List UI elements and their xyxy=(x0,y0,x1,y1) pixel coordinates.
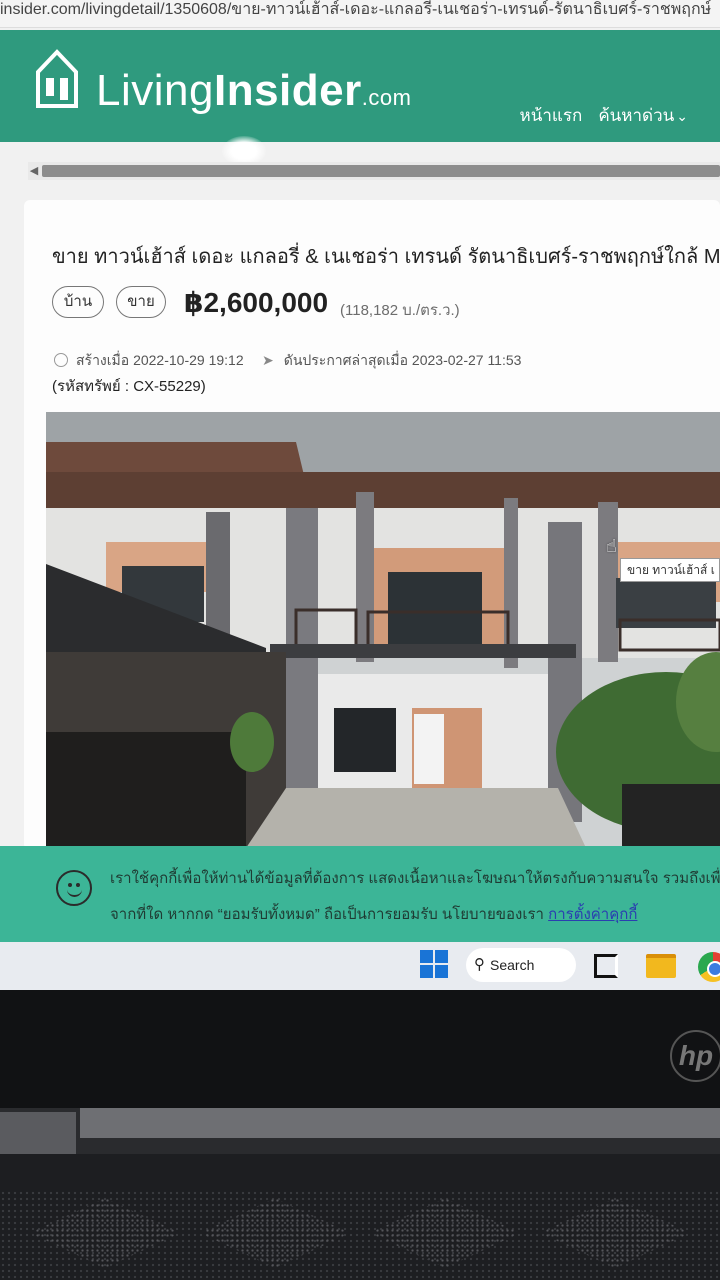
mouse-cursor-icon: ☝ xyxy=(606,536,617,556)
windows-start-icon[interactable] xyxy=(420,950,448,978)
price-per-area: (118,182 บ./ตร.ว.) xyxy=(340,302,460,319)
laptop-hinge xyxy=(0,1108,720,1166)
listing-photo[interactable] xyxy=(46,412,720,848)
nav-quick-search-label: ค้นหาด่วน xyxy=(598,106,675,125)
logo-insider: Insider xyxy=(213,66,362,115)
logo-living: Living xyxy=(96,66,214,115)
created-date-text: สร้างเมื่อ 2022-10-29 19:12 xyxy=(76,352,244,368)
monitor-screen: insider.com/livingdetail/1350608/ขาย-ทาว… xyxy=(0,0,720,990)
chevron-down-icon: ⌄ xyxy=(676,108,688,124)
updated-date: ➤ ดันประกาศล่าสุดเมื่อ 2023-02-27 11:53 xyxy=(262,350,521,372)
nav-quick-search[interactable]: ค้นหาด่วน ⌄ xyxy=(598,106,704,125)
url-text: insider.com/livingdetail/1350608/ขาย-ทาว… xyxy=(0,1,712,18)
listing-title: ขาย ทาวน์เฮ้าส์ เดอะ แกลอรี่ & เนเชอร่า … xyxy=(52,246,720,268)
cookie-banner: เราใช้คุกกี้เพื่อให้ท่านได้ข้อมูลที่ต้อง… xyxy=(0,846,720,942)
monitor-bezel xyxy=(0,990,720,1110)
site-logo[interactable]: LivingInsider.com xyxy=(96,66,411,116)
listing-price: ฿2,600,000 xyxy=(184,287,329,318)
search-icon: ⚲ xyxy=(474,956,485,973)
taskbar: ⚲ Search xyxy=(0,942,720,990)
hp-brand-logo: hp xyxy=(670,1030,720,1082)
tag-property-type[interactable]: บ้าน xyxy=(52,286,104,318)
file-explorer-icon[interactable] xyxy=(646,954,676,978)
property-code: (รหัสทรัพย์ : CX-55229) xyxy=(52,378,206,395)
task-view-icon[interactable] xyxy=(594,954,618,978)
rocket-icon: ➤ xyxy=(262,352,274,368)
cookie-text-line2-body: จากที่ใด หากกด “ยอมรับทั้งหมด” ถือเป็นกา… xyxy=(110,906,549,923)
plus-circle-icon xyxy=(54,353,68,367)
taskbar-search-label: Search xyxy=(490,957,535,973)
taskbar-search[interactable]: ⚲ Search xyxy=(466,948,576,982)
updated-date-text: ดันประกาศล่าสุดเมื่อ 2023-02-27 11:53 xyxy=(283,352,522,368)
cookie-settings-link[interactable]: การตั้งค่าคุกกี้ xyxy=(548,906,637,923)
logo-com: .com xyxy=(361,85,412,110)
site-header: LivingInsider.com หน้าแรก ค้นหาด่วน ⌄ xyxy=(0,30,720,142)
scroll-left-icon[interactable]: ◀ xyxy=(28,162,40,180)
cookie-text-line2: จากที่ใด หากกด “ยอมรับทั้งหมด” ถือเป็นกา… xyxy=(110,902,637,926)
cookie-text-line1: เราใช้คุกกี้เพื่อให้ท่านได้ข้อมูลที่ต้อง… xyxy=(110,870,720,887)
created-date: สร้างเมื่อ 2022-10-29 19:12 xyxy=(54,350,244,372)
photo-tooltip: ขาย ทาวน์เฮ้าส์ เ xyxy=(620,558,720,582)
horizontal-scrollbar[interactable]: ◀ xyxy=(28,162,720,180)
townhouse-photo-illustration xyxy=(46,412,720,848)
nav-home[interactable]: หน้าแรก xyxy=(520,106,583,125)
smiley-icon xyxy=(56,870,92,906)
chrome-icon[interactable] xyxy=(698,952,720,982)
main-nav: หน้าแรก ค้นหาด่วน ⌄ xyxy=(520,102,720,129)
house-logo-icon[interactable] xyxy=(34,48,80,110)
address-bar[interactable]: insider.com/livingdetail/1350608/ขาย-ทาว… xyxy=(0,0,720,28)
tag-deal-type[interactable]: ขาย xyxy=(116,286,166,318)
scrollbar-thumb[interactable] xyxy=(42,165,720,177)
